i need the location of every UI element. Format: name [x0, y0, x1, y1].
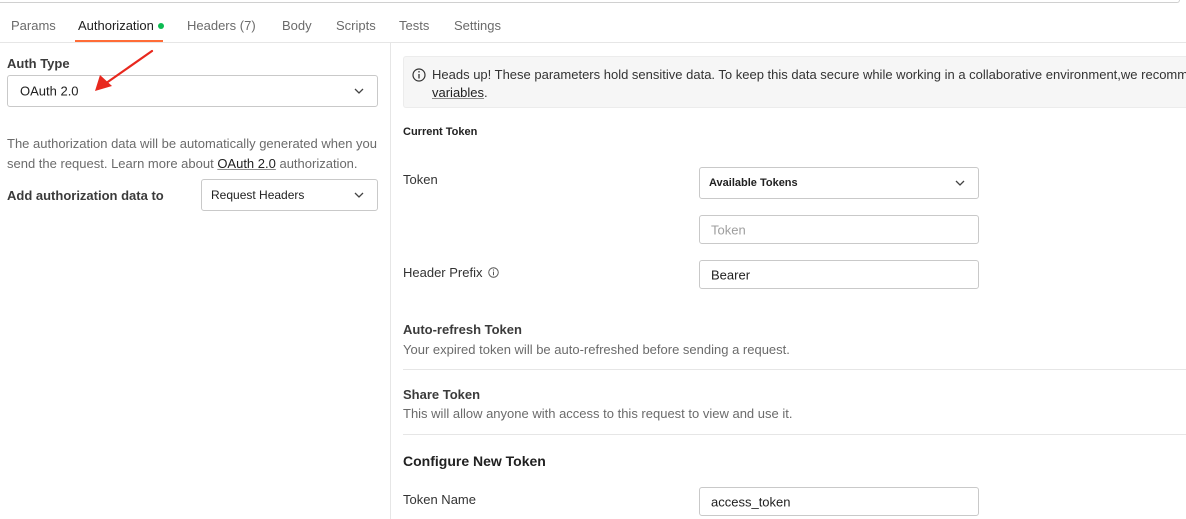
oauth-learn-more-link[interactable]: OAuth 2.0: [217, 156, 276, 171]
token-name-input[interactable]: access_token: [699, 487, 979, 516]
request-tabs: Params Authorization Headers (7) Body Sc…: [0, 8, 1186, 43]
chevron-down-icon: [354, 88, 364, 94]
tab-headers-count: (7): [239, 18, 256, 33]
chevron-down-icon: [955, 180, 965, 186]
add-auth-data-select[interactable]: Request Headers: [201, 179, 378, 211]
header-prefix-label-text: Header Prefix: [403, 265, 483, 280]
token-name-label: Token Name: [403, 492, 476, 507]
tab-settings[interactable]: Settings: [454, 18, 501, 33]
active-tab-indicator: [75, 40, 163, 42]
tab-headers[interactable]: Headers (7): [187, 18, 256, 33]
current-token-heading: Current Token: [403, 126, 478, 138]
auto-refresh-description: Your expired token will be auto-refreshe…: [403, 342, 790, 357]
token-label: Token: [403, 172, 438, 187]
banner-text-2: variables.: [432, 85, 488, 100]
auth-description-text-3: authorization.: [275, 156, 358, 171]
section-divider: [403, 369, 1186, 370]
auth-description-text-2: send the request. Learn more about: [7, 156, 218, 171]
token-input-placeholder: Token: [711, 222, 746, 237]
auth-type-value: OAuth 2.0: [20, 83, 79, 99]
configure-new-token-heading: Configure New Token: [403, 453, 546, 469]
sensitive-data-banner: Heads up! These parameters hold sensitiv…: [403, 56, 1186, 108]
info-icon[interactable]: [488, 267, 499, 278]
panel-divider: [390, 43, 391, 519]
tab-authorization-label: Authorization: [78, 18, 154, 33]
header-prefix-value: Bearer: [711, 267, 751, 282]
add-auth-data-label: Add authorization data to: [7, 188, 164, 203]
variables-link[interactable]: variables: [432, 85, 484, 100]
tab-headers-label: Headers: [187, 18, 237, 33]
tab-scripts[interactable]: Scripts: [336, 18, 376, 33]
tab-params[interactable]: Params: [11, 18, 56, 33]
auth-type-label: Auth Type: [7, 56, 70, 71]
auto-refresh-title: Auto-refresh Token: [403, 322, 522, 337]
share-token-description: This will allow anyone with access to th…: [403, 406, 793, 421]
tab-body[interactable]: Body: [282, 18, 312, 33]
tab-tests[interactable]: Tests: [399, 18, 429, 33]
share-token-title: Share Token: [403, 387, 481, 402]
token-name-value: access_token: [711, 494, 791, 509]
banner-text: Heads up! These parameters hold sensitiv…: [432, 67, 1186, 82]
status-dot-icon: [157, 22, 164, 29]
add-auth-data-value: Request Headers: [211, 188, 305, 202]
header-prefix-input[interactable]: Bearer: [699, 260, 979, 289]
auth-type-select[interactable]: OAuth 2.0: [7, 75, 378, 107]
header-prefix-label: Header Prefix: [403, 265, 499, 280]
token-input[interactable]: Token: [699, 215, 979, 244]
annotation-arrow-icon: [95, 49, 154, 91]
banner-suffix: .: [484, 85, 488, 100]
available-tokens-select[interactable]: Available Tokens: [699, 167, 979, 199]
info-icon: [412, 68, 426, 82]
section-divider: [403, 434, 1186, 435]
chevron-down-icon: [354, 192, 364, 198]
tab-authorization[interactable]: Authorization: [78, 18, 164, 33]
auth-description: The authorization data will be automatic…: [7, 134, 387, 174]
auth-description-text: The authorization data will be automatic…: [7, 136, 378, 151]
available-tokens-value: Available Tokens: [709, 177, 798, 189]
top-border: [0, 0, 1186, 4]
